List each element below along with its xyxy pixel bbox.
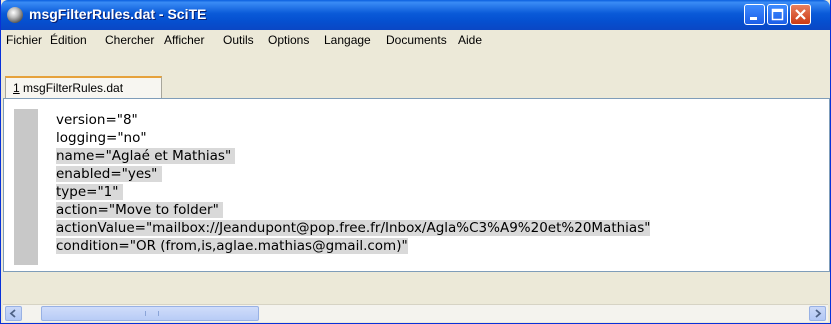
- scite-icon[interactable]: [7, 7, 23, 23]
- minimize-icon: [750, 17, 757, 20]
- menu-edition[interactable]: Édition: [50, 33, 87, 47]
- code-line: version="8": [56, 112, 138, 128]
- maximize-button[interactable]: [767, 4, 788, 25]
- scroll-right-button[interactable]: [809, 306, 826, 321]
- close-icon: [795, 9, 806, 20]
- code-line: type="1": [56, 184, 123, 200]
- menu-aide[interactable]: Aide: [458, 33, 482, 47]
- arrow-left-icon: [9, 309, 16, 318]
- scroll-left-button[interactable]: [5, 306, 22, 321]
- editor-pane[interactable]: version="8" logging="no" name="Aglaé et …: [3, 98, 830, 272]
- tab-msgfilterrules[interactable]: 1 msgFilterRules.dat: [5, 76, 162, 98]
- title-bar[interactable]: msgFilterRules.dat - SciTE: [1, 0, 830, 30]
- horizontal-scrollbar[interactable]: [3, 304, 828, 322]
- menu-fichier[interactable]: Fichier: [6, 33, 42, 47]
- menu-afficher[interactable]: Afficher: [164, 33, 204, 47]
- scroll-thumb[interactable]: [41, 306, 259, 321]
- menu-chercher[interactable]: Chercher: [105, 33, 154, 47]
- code-line: enabled="yes": [56, 166, 162, 182]
- scroll-thumb-grip: [145, 311, 159, 316]
- window-title: msgFilterRules.dat - SciTE: [29, 6, 207, 22]
- code-line: condition="OR (from,is,aglae.mathias@gma…: [56, 238, 408, 254]
- arrow-right-icon: [815, 309, 822, 318]
- maximize-icon: [771, 8, 784, 21]
- code-line: action="Move to folder": [56, 202, 224, 218]
- menu-outils[interactable]: Outils: [223, 33, 254, 47]
- tab-label: msgFilterRules.dat: [19, 81, 124, 95]
- scite-window: msgFilterRules.dat - SciTE Fichier Éditi…: [0, 0, 831, 324]
- menu-langage[interactable]: Langage: [324, 33, 371, 47]
- minimize-button[interactable]: [744, 4, 765, 25]
- code-lines: version="8" logging="no" name="Aglaé et …: [56, 111, 651, 255]
- close-button[interactable]: [790, 4, 811, 25]
- menu-bar: Fichier Édition Chercher Afficher Outils…: [1, 30, 830, 50]
- tab-number: 1: [13, 81, 20, 95]
- menu-documents[interactable]: Documents: [386, 33, 447, 47]
- line-margin: [14, 109, 38, 265]
- code-line: actionValue="mailbox://Jeandupont@pop.fr…: [56, 220, 651, 236]
- code-line: name="Aglaé et Mathias": [56, 148, 236, 164]
- tab-strip: 1 msgFilterRules.dat: [1, 50, 830, 98]
- code-line: logging="no": [56, 130, 147, 146]
- menu-options[interactable]: Options: [268, 33, 309, 47]
